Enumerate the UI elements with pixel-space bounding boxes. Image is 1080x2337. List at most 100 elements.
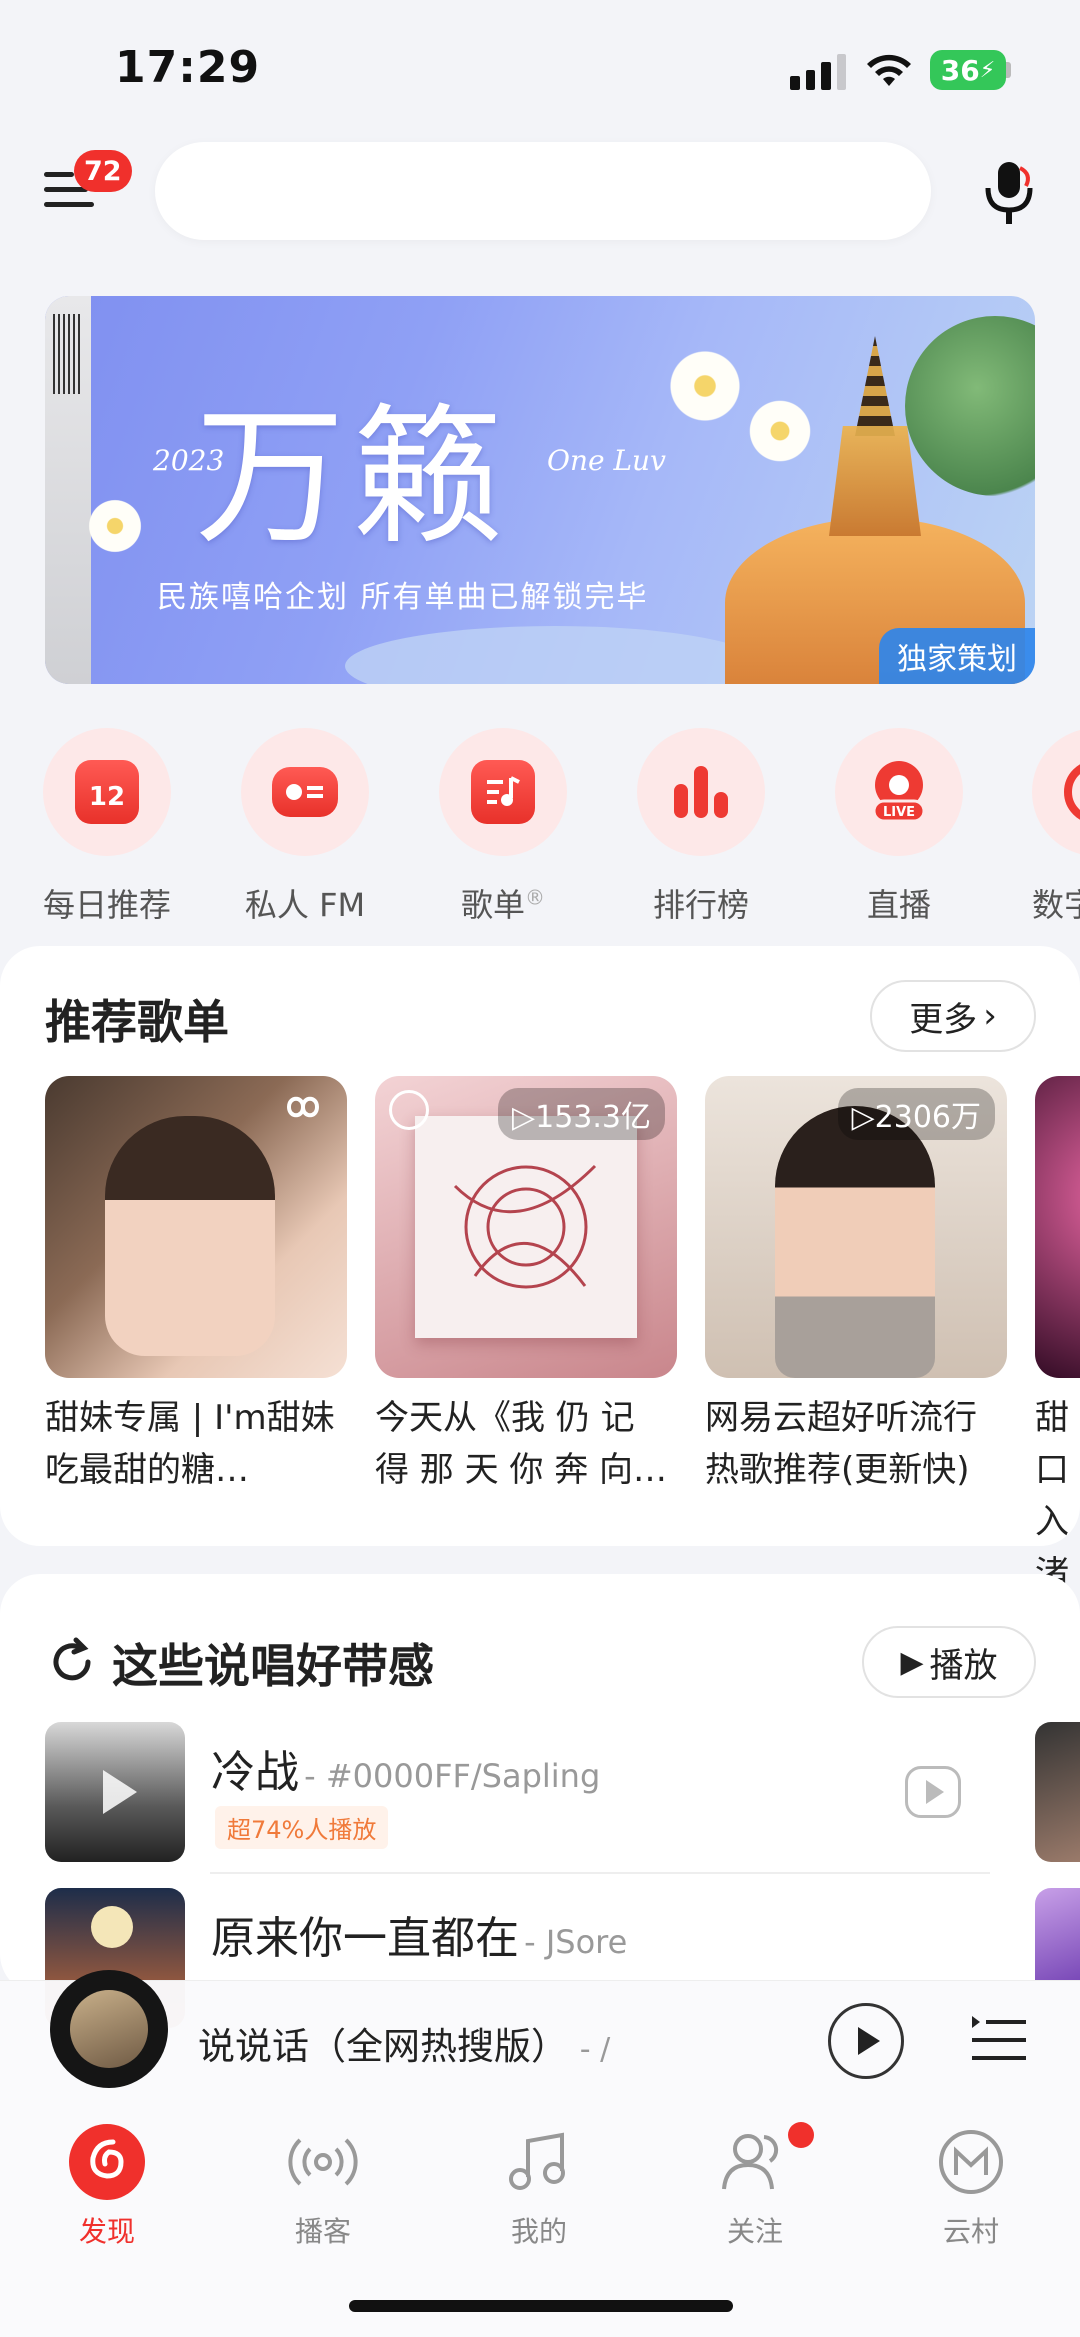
entry-icon-bg <box>1032 728 1080 856</box>
microphone-icon[interactable] <box>976 158 1042 228</box>
entry-playlist[interactable]: 歌单® <box>438 728 568 926</box>
play-count-value: 2306万 <box>874 1100 981 1135</box>
now-playing-title: 说说话（全网热搜版） <box>198 2025 568 2068</box>
barcode-graphic <box>53 314 83 394</box>
play-overlay-icon <box>103 1770 137 1814</box>
play-triangle-icon <box>858 2027 880 2055</box>
playlist-card[interactable]: 甜口入渚 <box>1035 1076 1080 1600</box>
playlist-card[interactable]: ▷153.3亿 今天从《我 仍 记 得 那 天 你 奔 向… <box>375 1076 677 1496</box>
entry-icon-bg: 12 <box>43 728 171 856</box>
notification-badge: 72 <box>74 150 132 192</box>
now-playing-artist: - / <box>579 2032 611 2067</box>
tab-discover[interactable]: 发现 <box>32 2122 182 2250</box>
cellular-signal-icon <box>790 52 846 90</box>
play-all-label: 播放 <box>929 1645 998 1686</box>
tab-label: 播客 <box>294 2215 351 2248</box>
refresh-icon[interactable] <box>46 1636 98 1688</box>
section-title-rap: 这些说唱好带感 <box>112 1639 434 1693</box>
home-indicator <box>349 2300 733 2312</box>
menu-line <box>44 172 74 177</box>
banner-title: 万籁 <box>195 391 512 565</box>
playlist-title: 甜口入渚 <box>1035 1398 1069 1594</box>
entry-live[interactable]: LIVE 直播 <box>834 728 964 926</box>
playlist-card[interactable]: ▷2306万 网易云超好听流行热歌推荐(更新快) <box>705 1076 1007 1496</box>
chevron-right-icon: › <box>983 996 997 1036</box>
moon-graphic <box>91 1906 133 1948</box>
follow-notification-dot <box>788 2122 814 2148</box>
entry-label: 直播 <box>866 886 931 924</box>
play-triangle-icon: ▶ <box>900 1644 924 1680</box>
tab-cloud-village[interactable]: 云村 <box>896 2122 1046 2250</box>
song-play-button[interactable] <box>905 1766 961 1818</box>
banner-subtitle: 民族嘻哈企划 所有单曲已解锁完毕 <box>157 580 649 615</box>
entry-charts[interactable]: 排行榜 <box>636 728 766 926</box>
entry-label: 排行榜 <box>652 886 749 924</box>
entry-icon-bg: LIVE <box>835 728 963 856</box>
song-name: 冷战 <box>211 1747 299 1798</box>
entry-icon-bg <box>439 728 567 856</box>
play-count: ▷2306万 <box>837 1088 995 1140</box>
entry-label: 数字 <box>1032 886 1080 924</box>
playlist-title: 今天从《我 仍 记 得 那 天 你 奔 向… <box>375 1398 668 1490</box>
next-column-cover <box>1035 1888 1080 1980</box>
svg-text:LIVE: LIVE <box>883 805 915 820</box>
music-note-icon <box>499 2122 579 2202</box>
play-count: ▷153.3亿 <box>498 1088 665 1140</box>
divider <box>210 1872 990 1874</box>
player-play-button[interactable] <box>828 2003 904 2079</box>
stupa-spire-graphic <box>855 336 895 436</box>
next-column-cover <box>1035 1722 1080 1862</box>
playlist-title: 网易云超好听流行热歌推荐(更新快) <box>705 1398 977 1490</box>
playlist-cover: ▷2306万 <box>705 1076 1007 1378</box>
play-all-button[interactable]: ▶ 播放 <box>862 1626 1036 1698</box>
palm-leaves-graphic <box>905 316 1035 496</box>
live-icon: LIVE <box>872 761 926 823</box>
battery-cap <box>1006 62 1011 78</box>
portrait-graphic <box>775 1106 935 1378</box>
digital-album-icon <box>1064 760 1080 824</box>
song-artist: - JSore <box>524 1923 628 1961</box>
tab-label: 我的 <box>510 2215 567 2248</box>
radio-icon <box>272 767 338 817</box>
netease-logo-icon <box>389 1090 429 1130</box>
tab-label: 关注 <box>726 2215 783 2248</box>
album-art-graphic <box>415 1116 637 1338</box>
calendar-icon: 12 <box>75 760 139 824</box>
exclusive-tag: 独家策划 <box>879 628 1035 684</box>
playlist-icon <box>471 760 535 824</box>
song-name: 原来你一直都在 <box>211 1913 519 1964</box>
netease-logo-icon <box>67 2122 147 2202</box>
entry-label: 私人 FM <box>244 886 366 924</box>
tab-mine[interactable]: 我的 <box>464 2122 614 2250</box>
search-input[interactable] <box>155 142 931 240</box>
playlist-cover <box>45 1076 347 1378</box>
entry-icon-bg <box>637 728 765 856</box>
hot-tag: 超74%人播放 <box>215 1806 389 1849</box>
playlist-cover <box>1035 1076 1080 1378</box>
entry-personal-fm[interactable]: 私人 FM <box>240 728 370 926</box>
flower-graphic <box>745 396 815 466</box>
stupa-body-graphic <box>829 426 921 536</box>
battery-level: 36 <box>940 53 980 87</box>
play-triangle-icon <box>926 1780 944 1804</box>
battery-icon: 36 ⚡ <box>930 50 1006 90</box>
song-row[interactable]: 冷战 - #0000FF/Sapling 超74%人播放 <box>45 1722 1035 1862</box>
entry-daily-recommend[interactable]: 12 每日推荐 <box>42 728 172 926</box>
flower-graphic <box>85 496 145 556</box>
banner-one-luv: One Luv <box>547 444 666 477</box>
status-time: 17:29 <box>115 42 261 93</box>
cloud-village-icon <box>931 2122 1011 2202</box>
playlist-cover: ▷153.3亿 <box>375 1076 677 1378</box>
entry-icon-bg <box>241 728 369 856</box>
entry-label: 歌单® <box>438 880 568 926</box>
more-button[interactable]: 更多 › <box>870 980 1036 1052</box>
song-info: 冷战 - #0000FF/Sapling <box>211 1736 600 1800</box>
tab-podcast[interactable]: 播客 <box>248 2122 398 2250</box>
entry-digital-album[interactable]: 数字 <box>1032 728 1080 926</box>
playlist-card[interactable]: 甜妹专属 | I'm甜妹 吃最甜的糖… <box>45 1076 347 1496</box>
now-playing-info: 说说话（全网热搜版） - / <box>198 2016 610 2070</box>
queue-icon[interactable] <box>972 2016 1026 2064</box>
promo-banner[interactable]: 2023 万籁 One Luv 民族嘻哈企划 所有单曲已解锁完毕 独家策划 <box>45 296 1035 684</box>
wifi-icon <box>867 54 911 86</box>
follow-icon <box>715 2122 795 2202</box>
